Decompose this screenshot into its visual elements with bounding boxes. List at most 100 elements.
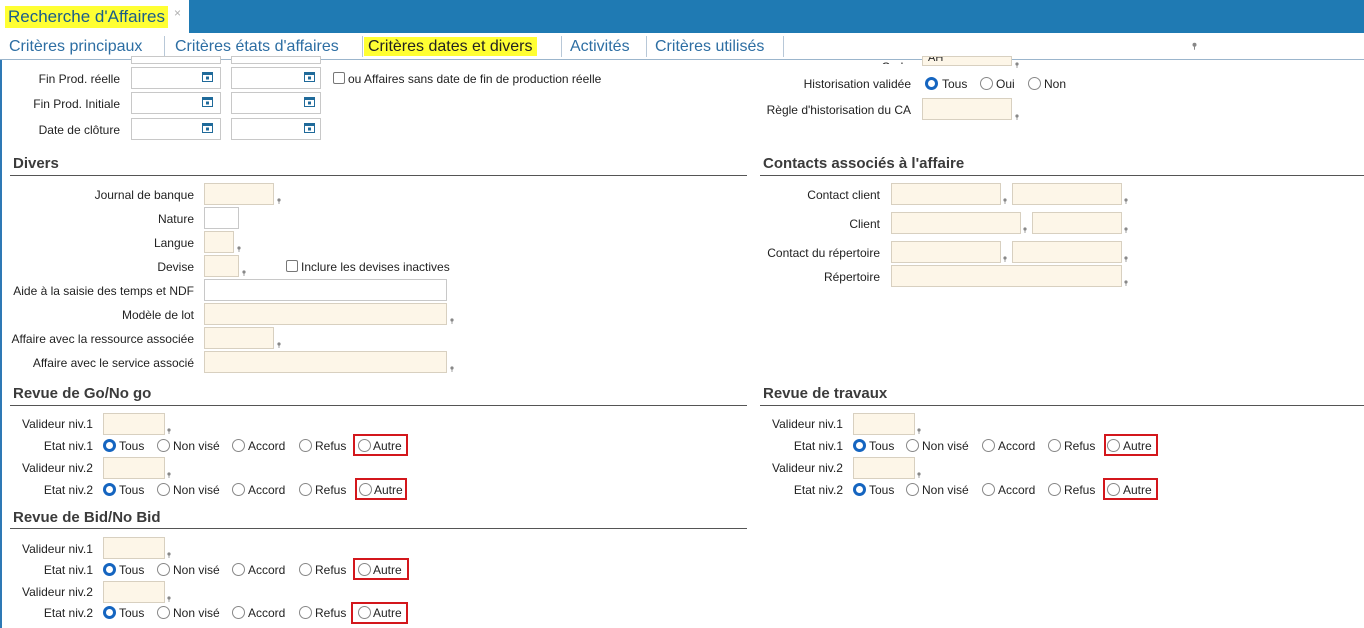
hist-oui-radio[interactable] <box>980 77 993 90</box>
bid-valideur1-label: Valideur niv.1 <box>22 542 93 556</box>
tab-criteres-principaux[interactable]: Critères principaux <box>9 36 142 58</box>
calendar-icon[interactable] <box>304 96 315 107</box>
bid-valideur1-field[interactable] <box>103 537 165 559</box>
sans-date-fin-checkbox[interactable] <box>333 72 345 84</box>
devise-field[interactable] <box>204 255 239 277</box>
aide-saisie-field[interactable] <box>204 279 447 301</box>
affaire-service-field[interactable] <box>204 351 447 373</box>
go-etat1-accord-radio[interactable] <box>232 439 245 452</box>
travaux-etat2-nonvise-radio[interactable] <box>906 483 919 496</box>
calendar-icon[interactable] <box>304 122 315 133</box>
sans-date-fin-label: ou Affaires sans date de fin de producti… <box>348 72 602 86</box>
hist-non-radio[interactable] <box>1028 77 1041 90</box>
calendar-icon[interactable] <box>202 71 213 82</box>
revue-travaux-rule <box>760 405 1364 406</box>
go-etat2-refus-radio[interactable] <box>299 483 312 496</box>
affaire-ressource-field[interactable] <box>204 327 274 349</box>
travaux-etat2-tous-radio[interactable] <box>853 483 866 496</box>
pin-icon[interactable] <box>1192 42 1197 50</box>
revue-bid-title: Revue de Bid/No Bid <box>13 509 161 526</box>
pin-icon <box>237 246 241 252</box>
tab-activites[interactable]: Activités <box>570 36 630 58</box>
travaux-etat2-autre-radio[interactable] <box>1107 483 1120 496</box>
inclure-devises-checkbox[interactable] <box>286 260 298 272</box>
travaux-etat2-refus-radio[interactable] <box>1048 483 1061 496</box>
go-etat1-tous-radio[interactable] <box>103 439 116 452</box>
client-field-1[interactable] <box>891 212 1021 234</box>
bid-etat1-tous-radio[interactable] <box>103 563 116 576</box>
bid-etat2-nonvise-radio[interactable] <box>157 606 170 619</box>
hist-tous-radio[interactable] <box>925 77 938 90</box>
travaux-valideur1-field[interactable] <box>853 413 915 435</box>
go-etat1-autre-label: Autre <box>373 439 402 453</box>
travaux-etat1-refus-radio[interactable] <box>1048 439 1061 452</box>
client-field-2[interactable] <box>1032 212 1122 234</box>
bid-etat2-autre-radio[interactable] <box>358 606 371 619</box>
go-valideur1-field[interactable] <box>103 413 165 435</box>
regle-historisation-field[interactable] <box>922 98 1012 120</box>
code-field[interactable]: AH <box>922 56 1012 66</box>
tab-separator <box>164 36 165 57</box>
pin-icon <box>450 318 454 324</box>
date-input-partial[interactable] <box>231 56 321 64</box>
travaux-etat1-nonvise-radio[interactable] <box>906 439 919 452</box>
title-bar: Recherche d'Affaires × <box>0 0 1364 33</box>
bid-etat1-refus-radio[interactable] <box>299 563 312 576</box>
bid-etat2-refus-radio[interactable] <box>299 606 312 619</box>
fin-prod-initiale-label: Fin Prod. Initiale <box>33 97 120 111</box>
go-etat1-refus-radio[interactable] <box>299 439 312 452</box>
close-icon[interactable]: × <box>174 6 181 20</box>
travaux-etat2-tous-label: Tous <box>869 483 895 497</box>
calendar-icon[interactable] <box>202 96 213 107</box>
travaux-etat2-accord-radio[interactable] <box>982 483 995 496</box>
bid-etat1-accord-label: Accord <box>248 563 286 577</box>
journal-banque-field[interactable] <box>204 183 274 205</box>
modele-lot-field[interactable] <box>204 303 447 325</box>
contact-repertoire-field-1[interactable] <box>891 241 1001 263</box>
go-etat1-nonvise-radio[interactable] <box>157 439 170 452</box>
go-valideur2-field[interactable] <box>103 457 165 479</box>
contacts-title: Contacts associés à l'affaire <box>763 155 965 172</box>
calendar-icon[interactable] <box>202 122 213 133</box>
go-etat2-autre-radio[interactable] <box>359 483 372 496</box>
bid-etat2-label: Etat niv.2 <box>43 606 93 620</box>
bid-etat1-autre-radio[interactable] <box>358 563 371 576</box>
travaux-etat1-tous-radio[interactable] <box>853 439 866 452</box>
contact-client-field-2[interactable] <box>1012 183 1122 205</box>
repertoire-field[interactable] <box>891 265 1122 287</box>
aide-saisie-label: Aide à la saisie des temps et NDF <box>13 284 194 298</box>
bid-valideur2-field[interactable] <box>103 581 165 603</box>
bid-etat2-accord-radio[interactable] <box>232 606 245 619</box>
tab-criteres-etats[interactable]: Critères états d'affaires <box>175 36 339 58</box>
go-etat1-nonvise-label: Non visé <box>173 439 220 453</box>
date-cloture-label: Date de clôture <box>38 123 120 137</box>
tab-criteres-dates-divers[interactable]: Critères dates et divers <box>364 36 537 58</box>
document-tab[interactable]: Recherche d'Affaires × <box>0 0 189 33</box>
affaire-ressource-label: Affaire avec la ressource associée <box>11 332 194 346</box>
bid-etat2-tous-radio[interactable] <box>103 606 116 619</box>
nature-field[interactable] <box>204 207 239 229</box>
calendar-icon[interactable] <box>304 71 315 82</box>
go-etat2-nonvise-radio[interactable] <box>157 483 170 496</box>
contact-client-field-1[interactable] <box>891 183 1001 205</box>
revue-travaux-title: Revue de travaux <box>763 385 888 402</box>
bid-etat1-nonvise-radio[interactable] <box>157 563 170 576</box>
travaux-etat2-refus-label: Refus <box>1064 483 1096 497</box>
tab-criteres-utilises[interactable]: Critères utilisés <box>655 36 764 58</box>
go-etat2-tous-radio[interactable] <box>103 483 116 496</box>
bid-etat1-accord-radio[interactable] <box>232 563 245 576</box>
travaux-etat1-accord-radio[interactable] <box>982 439 995 452</box>
divers-title: Divers <box>13 155 59 172</box>
go-etat1-autre-radio[interactable] <box>358 439 371 452</box>
client-label: Client <box>849 217 880 231</box>
date-input-partial[interactable] <box>131 56 221 64</box>
go-etat1-label: Etat niv.1 <box>43 439 93 453</box>
historisation-validee-label: Historisation validée <box>803 77 911 91</box>
travaux-valideur2-field[interactable] <box>853 457 915 479</box>
travaux-etat1-autre-radio[interactable] <box>1107 439 1120 452</box>
go-etat2-nonvise-label: Non visé <box>173 483 220 497</box>
langue-field[interactable] <box>204 231 234 253</box>
contact-repertoire-field-2[interactable] <box>1012 241 1122 263</box>
go-etat2-accord-radio[interactable] <box>232 483 245 496</box>
bid-etat1-nonvise-label: Non visé <box>173 563 220 577</box>
